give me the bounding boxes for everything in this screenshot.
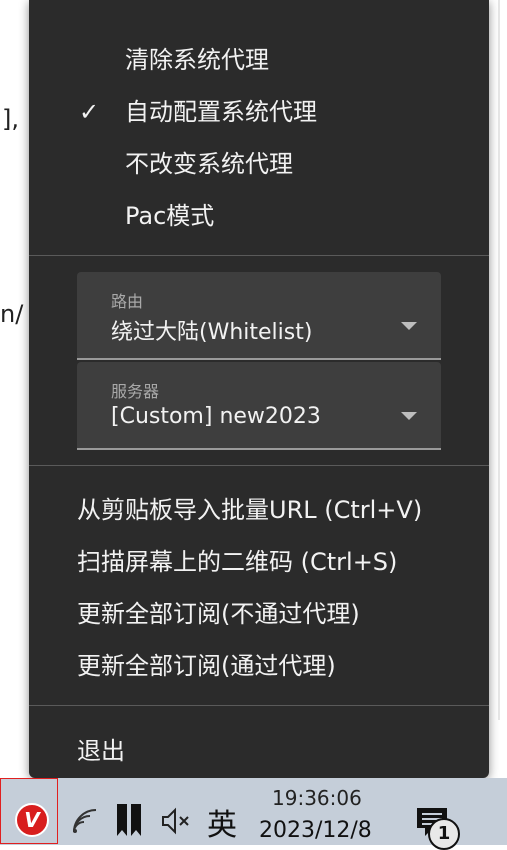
page-scrollbar[interactable] — [498, 0, 500, 720]
menu-item-pac-mode[interactable]: Pac模式 — [125, 201, 214, 231]
menu-item-auto-proxy[interactable]: 自动配置系统代理 — [125, 97, 317, 127]
menu-item-exit[interactable]: 退出 — [77, 736, 125, 766]
routing-label: 路由 — [111, 292, 144, 311]
menu-item-update-subs-proxy[interactable]: 更新全部订阅(通过代理) — [77, 651, 336, 681]
bookmark-icon[interactable] — [115, 802, 143, 838]
wifi-icon[interactable] — [70, 806, 100, 836]
menu-separator — [29, 255, 489, 256]
server-value: [Custom] new2023 — [111, 404, 321, 429]
checkmark-icon: ✓ — [79, 98, 100, 126]
clock-date[interactable]: 2023/12/8 — [259, 818, 372, 843]
menu-item-import-clipboard[interactable]: 从剪贴板导入批量URL (Ctrl+V) — [77, 495, 422, 525]
server-select[interactable]: 服务器 [Custom] new2023 — [77, 362, 441, 450]
v2ray-app-icon[interactable]: V — [15, 803, 49, 837]
background-text: n/ — [0, 300, 24, 328]
volume-muted-icon[interactable] — [160, 806, 192, 836]
menu-separator — [29, 705, 489, 706]
routing-value: 绕过大陆(Whitelist) — [111, 320, 313, 345]
menu-item-keep-proxy[interactable]: 不改变系统代理 — [125, 149, 293, 179]
tray-context-menu: 清除系统代理 ✓ 自动配置系统代理 不改变系统代理 Pac模式 路由 绕过大陆(… — [29, 0, 489, 778]
taskbar: V 英 19:36:06 2023/12/8 1 — [0, 778, 507, 850]
notification-badge: 1 — [428, 818, 460, 850]
menu-item-update-subs-direct[interactable]: 更新全部订阅(不通过代理) — [77, 599, 360, 629]
chevron-down-icon — [401, 412, 417, 420]
server-label: 服务器 — [111, 382, 160, 401]
menu-separator — [29, 465, 489, 466]
routing-select[interactable]: 路由 绕过大陆(Whitelist) — [77, 272, 441, 360]
chevron-down-icon — [401, 322, 417, 330]
clock-time[interactable]: 19:36:06 — [272, 786, 362, 810]
ime-indicator[interactable]: 英 — [207, 800, 237, 844]
background-text: ], — [2, 105, 19, 133]
menu-item-scan-qr[interactable]: 扫描屏幕上的二维码 (Ctrl+S) — [77, 547, 397, 577]
menu-item-clear-proxy[interactable]: 清除系统代理 — [125, 45, 269, 75]
